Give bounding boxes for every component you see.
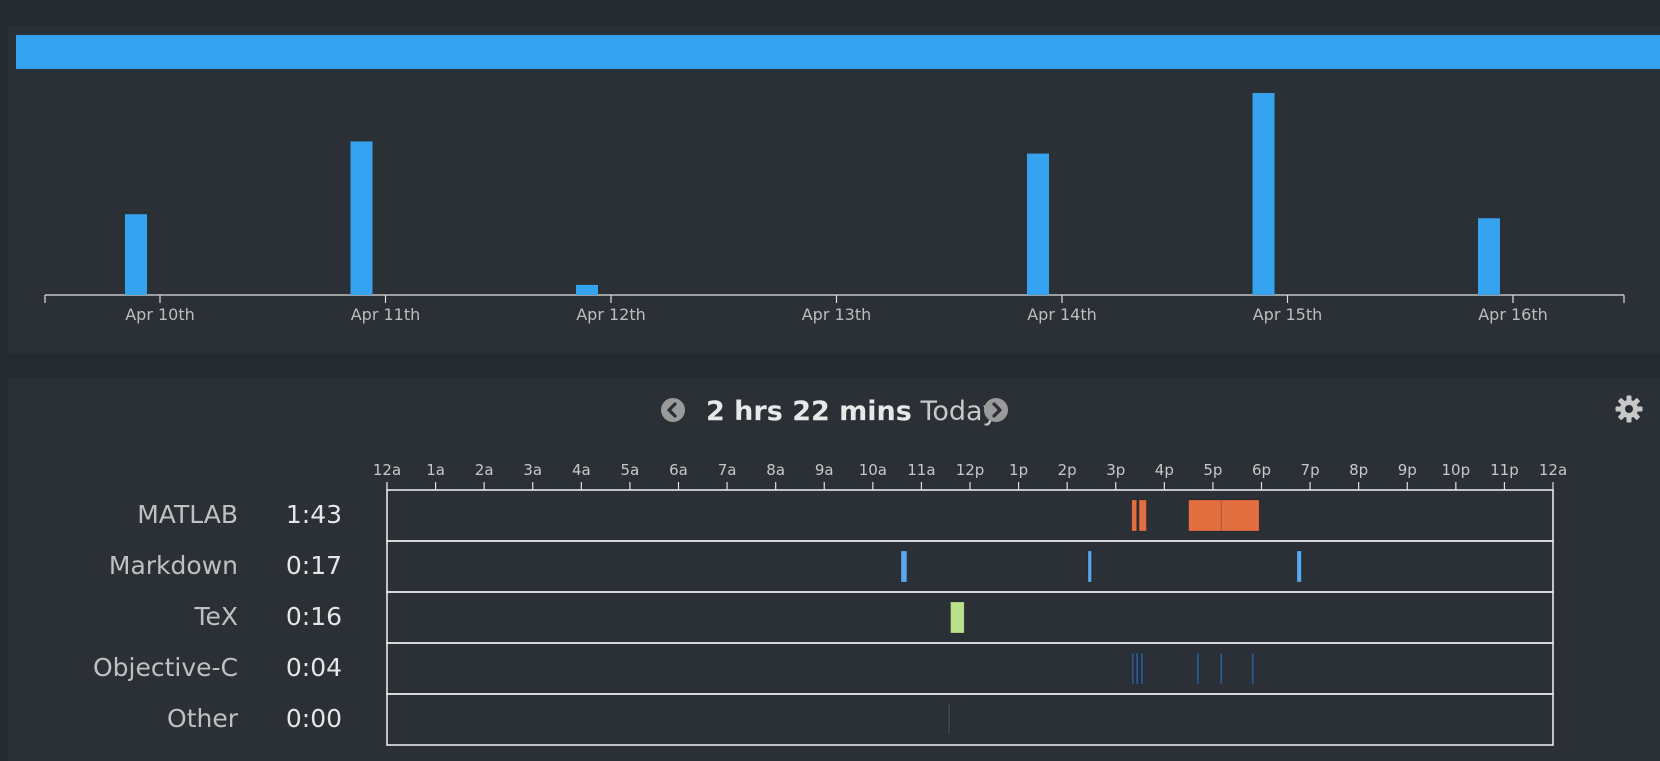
x-tick-label: Apr 14th	[1027, 305, 1097, 324]
bar-apr-16th[interactable]	[1478, 218, 1500, 295]
language-duration: 0:04	[285, 653, 342, 682]
bar-apr-10th[interactable]	[125, 214, 147, 295]
x-tick-label: Apr 10th	[125, 305, 195, 324]
bar-apr-14th[interactable]	[1027, 153, 1049, 295]
day-navigation: 2 hrs 22 mins Today	[0, 390, 1660, 434]
language-label: Markdown	[108, 551, 238, 580]
previous-day-button[interactable]	[661, 398, 685, 422]
language-duration: 0:00	[285, 704, 342, 733]
x-tick-label: Apr 12th	[576, 305, 646, 324]
language-label: Objective-C	[92, 653, 238, 682]
bar-apr-15th[interactable]	[1252, 93, 1275, 295]
chevron-left-icon	[667, 402, 677, 418]
weekly-bar-chart: Apr 10th Apr 11th Apr 12th Apr 13th Apr 14th…	[44, 93, 1625, 324]
language-label: MATLAB	[137, 500, 238, 529]
x-tick-label: Apr 15th	[1253, 305, 1323, 324]
x-tick-label: Apr 13th	[802, 305, 872, 324]
language-duration: 0:16	[285, 602, 342, 631]
x-tick-label: Apr 16th	[1478, 305, 1548, 324]
total-duration: 2 hrs 22 mins	[706, 396, 912, 427]
day-summary-title: 2 hrs 22 mins Today	[706, 390, 999, 434]
chevron-right-icon	[992, 402, 1002, 418]
language-duration: 1:43	[285, 500, 342, 529]
x-tick-label: Apr 11th	[351, 305, 421, 324]
bar-apr-12th[interactable]	[576, 284, 598, 295]
next-day-button[interactable]	[984, 398, 1008, 422]
language-label: Other	[167, 704, 238, 733]
language-label: TeX	[194, 602, 238, 631]
bar-apr-11th[interactable]	[350, 141, 373, 295]
timeline-panel	[8, 378, 1660, 761]
language-duration: 0:17	[285, 551, 342, 580]
gear-icon[interactable]	[1614, 394, 1644, 424]
